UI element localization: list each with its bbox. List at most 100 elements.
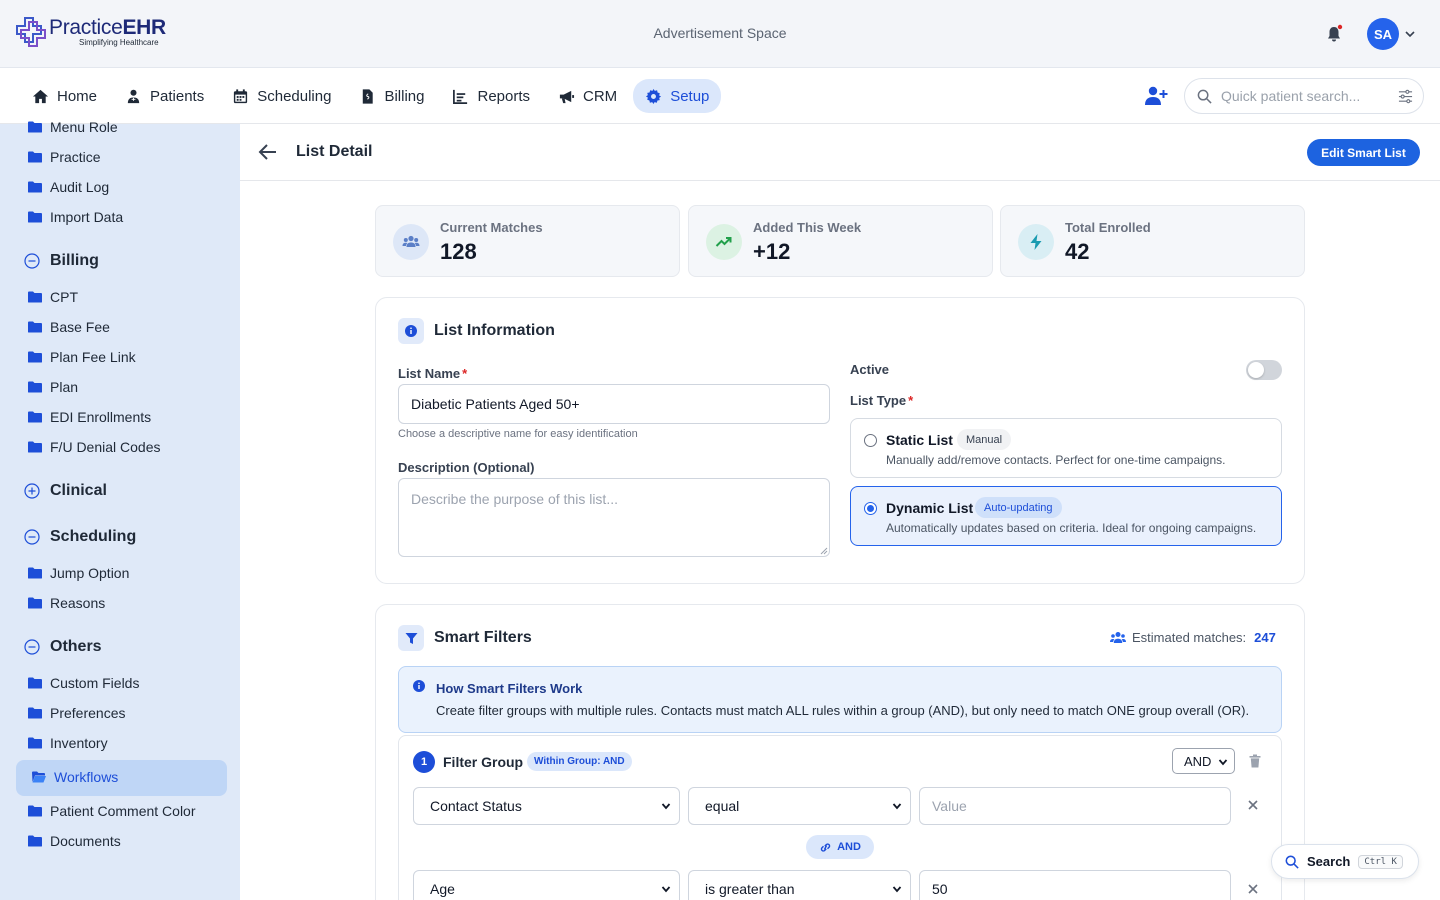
dynamic-list-option[interactable]: Dynamic List Auto-updating Automatically… xyxy=(850,486,1282,546)
sidebar-item[interactable]: F/U Denial Codes xyxy=(28,437,161,457)
info-text: Create filter groups with multiple rules… xyxy=(436,703,1250,718)
rule-2-operator-select[interactable]: is greater than xyxy=(688,870,911,900)
sidebar-item[interactable]: EDI Enrollments xyxy=(28,407,151,427)
rule-2-value-input[interactable]: 50 xyxy=(919,870,1231,900)
static-list-option[interactable]: Static List Manual Manually add/remove c… xyxy=(850,418,1282,478)
sidebar-item[interactable]: Reasons xyxy=(28,593,105,613)
sidebar-item-label: CPT xyxy=(50,289,78,305)
type-badge: Auto-updating xyxy=(975,497,1062,518)
dynamic-list-radio[interactable] xyxy=(864,502,877,515)
collapse-minus-icon[interactable] xyxy=(24,529,40,545)
sidebar-section-label: Billing xyxy=(50,252,99,269)
sidebar-item[interactable]: Base Fee xyxy=(28,317,110,337)
how-filters-work-info: How Smart Filters Work Create filter gro… xyxy=(398,666,1282,733)
smart-filters-title: Smart Filters xyxy=(398,625,532,651)
sidebar-item[interactable]: Menu Role xyxy=(28,117,118,137)
info-icon xyxy=(413,680,425,692)
floating-search-button[interactable]: Search Ctrl K xyxy=(1271,844,1419,879)
chevron-down-icon xyxy=(661,803,671,810)
filter-sliders-icon[interactable] xyxy=(1398,89,1413,104)
sidebar-item[interactable]: Import Data xyxy=(28,207,123,227)
sidebar-item[interactable]: Plan Fee Link xyxy=(28,347,136,367)
sidebar-item[interactable]: Jump Option xyxy=(28,563,129,583)
users-icon xyxy=(1110,631,1126,643)
nav-patients[interactable]: Patients xyxy=(113,79,216,113)
keyboard-shortcut: Ctrl K xyxy=(1358,854,1403,869)
rule-1-field-select[interactable]: Contact Status xyxy=(413,787,680,825)
sidebar-section-scheduling[interactable]: Scheduling xyxy=(24,528,136,546)
folder-icon xyxy=(28,291,42,303)
collapse-minus-icon[interactable] xyxy=(24,253,40,269)
folder-icon xyxy=(28,441,42,453)
sidebar-item-label: Inventory xyxy=(50,735,108,751)
rule-connector-and[interactable]: AND xyxy=(806,835,874,859)
chevron-down-icon xyxy=(661,886,671,893)
info-title: How Smart Filters Work xyxy=(436,681,583,696)
nav-reports[interactable]: Reports xyxy=(440,79,542,113)
static-list-radio[interactable] xyxy=(864,434,877,447)
stat-label: Current Matches xyxy=(440,220,543,235)
panel-title-text: List Information xyxy=(434,322,555,339)
nav-scheduling[interactable]: Scheduling xyxy=(220,79,343,113)
quick-patient-search-input[interactable]: Quick patient search... xyxy=(1184,78,1424,114)
trending-up-icon xyxy=(706,224,742,260)
rule-1-operator-select[interactable]: equal xyxy=(688,787,911,825)
remove-rule-close-icon[interactable] xyxy=(1248,884,1258,894)
sidebar-item-label: Base Fee xyxy=(50,319,110,335)
stat-value: 128 xyxy=(440,239,477,264)
rule-1-value-input[interactable]: Value xyxy=(919,787,1231,825)
estimated-matches: Estimated matches: 247 xyxy=(1110,630,1276,645)
list-name-hint: Choose a descriptive name for easy ident… xyxy=(398,428,638,440)
filter-group-number: 1 xyxy=(413,751,435,773)
folder-icon xyxy=(28,677,42,689)
nav-home[interactable]: Home xyxy=(20,79,109,113)
sidebar-section-billing[interactable]: Billing xyxy=(24,252,99,270)
folder-icon xyxy=(28,835,42,847)
advertisement-space: Advertisement Space xyxy=(653,25,787,41)
stat-card-added-this-week: Added This Week +12 xyxy=(688,205,993,277)
nav-tabs: Home Patients Scheduling Billing Reports… xyxy=(20,79,722,113)
sidebar-item[interactable]: Preferences xyxy=(28,703,125,723)
within-group-badge: Within Group: AND xyxy=(527,752,632,771)
sidebar-item[interactable]: Inventory xyxy=(28,733,108,753)
sidebar-item-label: Documents xyxy=(50,833,121,849)
info-icon xyxy=(398,318,424,344)
delete-group-trash-icon[interactable] xyxy=(1249,754,1261,768)
sidebar-item[interactable]: CPT xyxy=(28,287,78,307)
sidebar-item[interactable]: Patient Comment Color xyxy=(28,801,196,821)
folder-icon xyxy=(28,321,42,333)
resize-handle-icon[interactable] xyxy=(819,546,828,555)
folder-icon xyxy=(28,411,42,423)
sidebar-item[interactable]: Custom Fields xyxy=(28,673,139,693)
rule-2-field-select[interactable]: Age xyxy=(413,870,680,900)
home-icon xyxy=(32,89,49,103)
edit-smart-list-button[interactable]: Edit Smart List xyxy=(1307,139,1420,166)
expand-plus-icon[interactable] xyxy=(24,483,40,499)
type-badge: Manual xyxy=(957,429,1012,450)
sidebar-item[interactable]: Plan xyxy=(28,377,78,397)
list-name-input[interactable]: Diabetic Patients Aged 50+ xyxy=(398,384,830,424)
active-toggle[interactable] xyxy=(1246,360,1282,380)
sidebar-section-others[interactable]: Others xyxy=(24,638,102,656)
remove-rule-close-icon[interactable] xyxy=(1248,800,1258,810)
notification-bell-icon[interactable] xyxy=(1324,24,1344,44)
sidebar-item[interactable]: Documents xyxy=(28,831,121,851)
user-avatar[interactable]: SA xyxy=(1367,18,1399,50)
group-operator-select[interactable]: AND xyxy=(1172,748,1235,774)
sidebar-section-clinical[interactable]: Clinical xyxy=(24,482,107,500)
chevron-down-icon[interactable] xyxy=(1404,28,1416,40)
toggle-knob xyxy=(1248,362,1264,378)
megaphone-icon xyxy=(559,90,575,103)
back-arrow-icon[interactable] xyxy=(258,143,278,161)
folder-icon xyxy=(28,351,42,363)
description-textarea[interactable]: Describe the purpose of this list... xyxy=(398,478,830,557)
add-patient-icon[interactable] xyxy=(1144,85,1168,107)
collapse-minus-icon[interactable] xyxy=(24,639,40,655)
description-label: Description (Optional) xyxy=(398,460,535,475)
nav-billing[interactable]: Billing xyxy=(347,79,436,113)
sidebar-item[interactable]: Audit Log xyxy=(28,177,109,197)
sidebar-item-active[interactable]: Workflows xyxy=(32,767,118,787)
nav-setup[interactable]: Setup xyxy=(633,79,722,113)
nav-crm[interactable]: CRM xyxy=(546,79,629,113)
sidebar-item[interactable]: Practice xyxy=(28,147,101,167)
